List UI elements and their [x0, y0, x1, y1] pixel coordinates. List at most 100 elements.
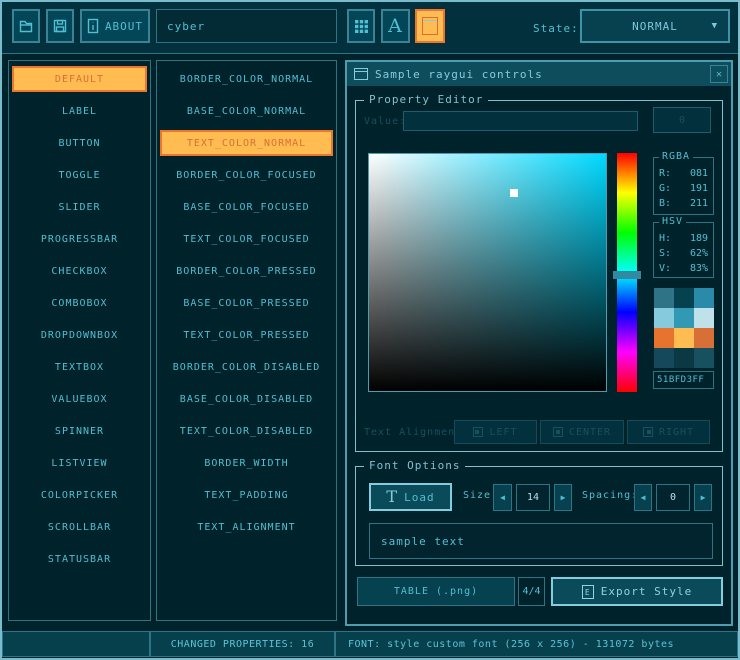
palette-swatch-6[interactable]	[654, 328, 674, 348]
control-item-statusbar[interactable]: STATUSBAR	[12, 546, 147, 572]
property-item-base_color_disabled[interactable]: BASE_COLOR_DISABLED	[160, 386, 333, 412]
rguistyler-window: ABOUT A State: NORMAL ▼ DEFAULT LABEL BUTT…	[0, 0, 740, 660]
align-right-label: RIGHT	[659, 427, 694, 438]
grid-icon	[354, 19, 369, 34]
h-label: H:	[659, 231, 671, 246]
value-spinner-button[interactable]: 0	[653, 107, 711, 133]
spacing-value-box[interactable]: 0	[656, 484, 690, 511]
state-label: State:	[533, 22, 579, 35]
property-item-border_width[interactable]: BORDER_WIDTH	[160, 450, 333, 476]
property-item-base_color_normal[interactable]: BASE_COLOR_NORMAL	[160, 98, 333, 124]
font-load-icon: T	[386, 489, 398, 505]
property-item-text_color_focused[interactable]: TEXT_COLOR_FOCUSED	[160, 226, 333, 252]
sample-text-input[interactable]	[369, 523, 713, 559]
property-item-border_color_focused[interactable]: BORDER_COLOR_FOCUSED	[160, 162, 333, 188]
hex-color-input[interactable]: 51BFD3FF	[653, 371, 714, 389]
control-item-label[interactable]: LABEL	[12, 98, 147, 124]
control-item-listview[interactable]: LISTVIEW	[12, 450, 147, 476]
control-item-button[interactable]: BUTTON	[12, 130, 147, 156]
control-item-progressbar[interactable]: PROGRESSBAR	[12, 226, 147, 252]
hue-slider-handle[interactable]	[613, 271, 641, 279]
control-item-default[interactable]: DEFAULT	[12, 66, 147, 92]
control-item-spinner[interactable]: SPINNER	[12, 418, 147, 444]
g-label: G:	[659, 181, 671, 196]
size-value-box[interactable]: 14	[516, 484, 550, 511]
sample-controls-window: Sample raygui controls ✕ Property Editor…	[345, 60, 733, 626]
font-options-group-label: Font Options	[364, 459, 465, 472]
size-decrease-button[interactable]: ◀	[493, 484, 512, 511]
color-selector[interactable]	[510, 189, 518, 197]
format-pages-box[interactable]: 4/4	[518, 577, 545, 606]
align-left-button[interactable]: LEFT	[454, 420, 537, 444]
v-value: 83%	[690, 261, 708, 276]
statusbar-changed-properties: CHANGED PROPERTIES: 16	[150, 631, 335, 657]
export-style-button[interactable]: E Export Style	[551, 577, 723, 606]
palette-swatch-4[interactable]	[674, 308, 694, 328]
value-input[interactable]	[403, 111, 638, 131]
save-style-button[interactable]	[46, 9, 74, 43]
open-style-button[interactable]	[12, 9, 40, 43]
align-right-icon	[643, 427, 653, 437]
property-item-base_color_focused[interactable]: BASE_COLOR_FOCUSED	[160, 194, 333, 220]
export-format-button[interactable]: TABLE (.png)	[357, 577, 515, 606]
palette-swatch-11[interactable]	[694, 348, 714, 368]
g-value: 191	[690, 181, 708, 196]
spacing-increase-button[interactable]: ▶	[694, 484, 712, 511]
sample-window-titlebar[interactable]: Sample raygui controls ✕	[347, 62, 731, 86]
text-alignment-label: Text Alignmen	[364, 427, 454, 438]
show-controls-window-button[interactable]	[415, 9, 445, 43]
property-item-text_padding[interactable]: TEXT_PADDING	[160, 482, 333, 508]
palette-swatch-10[interactable]	[674, 348, 694, 368]
spacing-decrease-button[interactable]: ◀	[634, 484, 652, 511]
hue-bar[interactable]	[617, 153, 637, 392]
property-item-border_color_pressed[interactable]: BORDER_COLOR_PRESSED	[160, 258, 333, 284]
property-item-text_alignment[interactable]: TEXT_ALIGNMENT	[160, 514, 333, 540]
control-item-combobox[interactable]: COMBOBOX	[12, 290, 147, 316]
property-item-base_color_pressed[interactable]: BASE_COLOR_PRESSED	[160, 290, 333, 316]
toolbar: ABOUT A State: NORMAL ▼	[2, 2, 738, 54]
property-item-text_color_disabled[interactable]: TEXT_COLOR_DISABLED	[160, 418, 333, 444]
align-center-icon	[553, 427, 563, 437]
palette-swatch-9[interactable]	[654, 348, 674, 368]
v-label: V:	[659, 261, 671, 276]
property-item-border_color_normal[interactable]: BORDER_COLOR_NORMAL	[160, 66, 333, 92]
floppy-save-icon	[52, 18, 68, 34]
align-right-button[interactable]: RIGHT	[627, 420, 710, 444]
load-font-button[interactable]: T Load	[369, 483, 452, 511]
align-center-button[interactable]: CENTER	[540, 420, 624, 444]
controls-list: DEFAULT LABEL BUTTON TOGGLE SLIDER PROGRESSBA…	[8, 60, 151, 621]
palette-swatch-0[interactable]	[654, 288, 674, 308]
color-sv-panel[interactable]	[368, 153, 607, 392]
property-item-text_color_pressed[interactable]: TEXT_COLOR_PRESSED	[160, 322, 333, 348]
palette-swatch-2[interactable]	[694, 288, 714, 308]
control-item-colorpicker[interactable]: COLORPICKER	[12, 482, 147, 508]
control-item-checkbox[interactable]: CHECKBOX	[12, 258, 147, 284]
spacing-label: Spacing:	[582, 490, 638, 501]
property-editor-group: Property Editor Value: 0 RGBA R:081 G:19…	[355, 100, 723, 452]
control-item-valuebox[interactable]: VALUEBOX	[12, 386, 147, 412]
load-font-label: Load	[404, 491, 435, 504]
palette-swatch-1[interactable]	[674, 288, 694, 308]
control-item-slider[interactable]: SLIDER	[12, 194, 147, 220]
font-settings-button[interactable]: A	[381, 9, 410, 43]
font-options-group: Font Options T Load Size: ◀ 14 ▶ Spacing…	[355, 466, 723, 566]
style-palette-button[interactable]	[347, 9, 375, 43]
palette-swatch-5[interactable]	[694, 308, 714, 328]
property-item-text_color_normal[interactable]: TEXT_COLOR_NORMAL	[160, 130, 333, 156]
property-item-border_color_disabled[interactable]: BORDER_COLOR_DISABLED	[160, 354, 333, 380]
control-item-dropdownbox[interactable]: DROPDOWNBOX	[12, 322, 147, 348]
palette-swatch-8[interactable]	[694, 328, 714, 348]
control-item-textbox[interactable]: TEXTBOX	[12, 354, 147, 380]
font-a-icon: A	[388, 15, 403, 37]
close-icon[interactable]: ✕	[710, 65, 728, 83]
control-item-toggle[interactable]: TOGGLE	[12, 162, 147, 188]
style-name-input[interactable]	[156, 9, 337, 43]
control-item-scrollbar[interactable]: SCROLLBAR	[12, 514, 147, 540]
palette-swatch-7[interactable]	[674, 328, 694, 348]
palette-swatch-3[interactable]	[654, 308, 674, 328]
size-increase-button[interactable]: ▶	[554, 484, 572, 511]
s-value: 62%	[690, 246, 708, 261]
about-button[interactable]: ABOUT	[80, 9, 150, 43]
state-dropdown[interactable]: NORMAL ▼	[580, 9, 730, 43]
window-icon	[354, 68, 368, 80]
